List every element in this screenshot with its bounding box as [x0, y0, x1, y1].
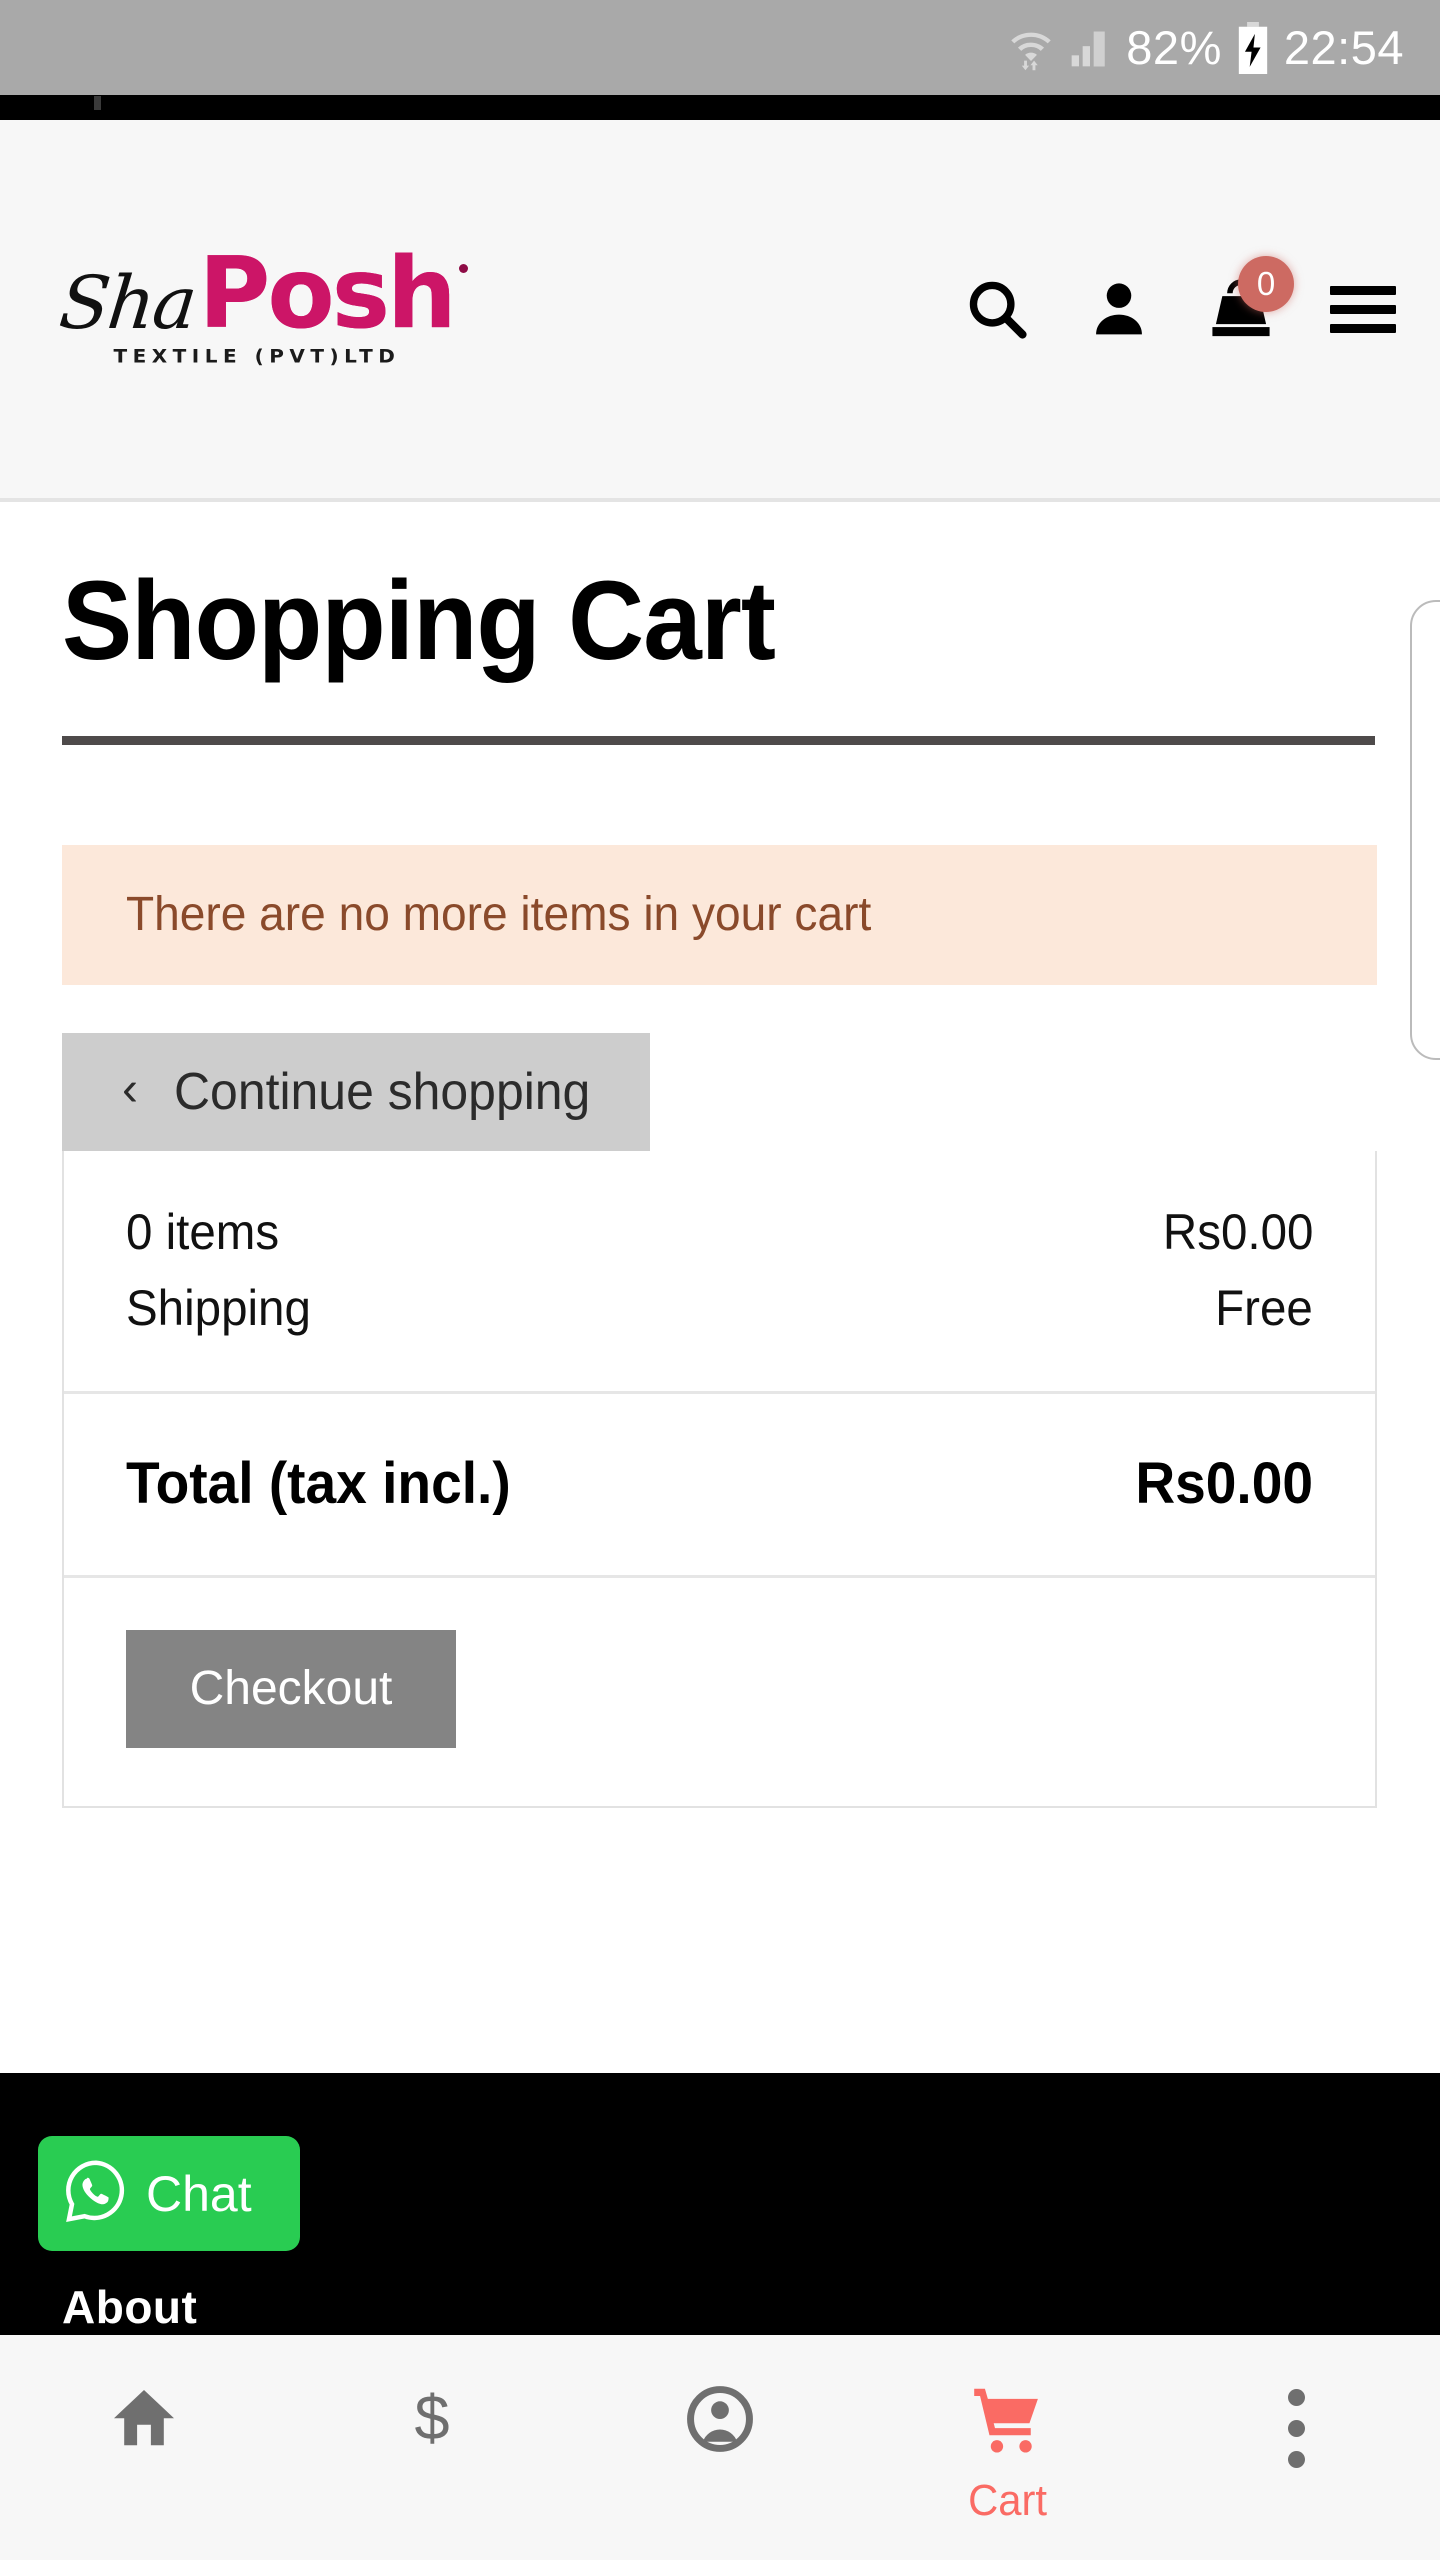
wifi-icon	[1008, 25, 1054, 71]
more-vertical-icon	[1287, 2381, 1305, 2468]
summary-row-items: 0 items Rs0.00	[126, 1203, 1313, 1261]
signal-icon	[1068, 26, 1112, 70]
svg-text:$: $	[414, 2384, 449, 2454]
footer-about-heading: About	[62, 2281, 198, 2333]
site-logo[interactable]: Sha Posh TEXTILE (PVT)LTD	[56, 236, 468, 368]
hamburger-bars	[1330, 285, 1396, 333]
logo-script-text: Sha	[55, 260, 200, 346]
notch-bar	[0, 95, 1440, 120]
nav-item-cart[interactable]: Cart	[864, 2335, 1152, 2560]
empty-cart-alert-text: There are no more items in your cart	[126, 888, 872, 942]
total-label: Total (tax incl.)	[126, 1450, 511, 1516]
status-bar: 82% 22:54	[0, 0, 1440, 95]
logo-bold-text: Posh	[198, 236, 457, 351]
total-value: Rs0.00	[1135, 1450, 1313, 1516]
cart-summary-rows: 0 items Rs0.00 Shipping Free	[64, 1151, 1375, 1391]
logo-dot-accent	[458, 263, 468, 273]
account-circle-icon	[682, 2381, 758, 2462]
chevron-left-icon: ‹	[122, 1062, 138, 1116]
shipping-value: Free	[1215, 1279, 1313, 1336]
title-divider	[62, 735, 1375, 745]
page-title: Shopping Cart	[62, 558, 776, 683]
items-count-value: Rs0.00	[1162, 1203, 1313, 1260]
cart-action-row: Checkout	[64, 1574, 1375, 1806]
home-icon	[108, 2381, 180, 2458]
whatsapp-icon	[60, 2155, 132, 2232]
continue-shopping-button[interactable]: ‹ Continue shopping	[62, 1032, 650, 1151]
shopping-bag-icon[interactable]: 0	[1204, 256, 1294, 346]
header-icon-group: 0	[960, 256, 1400, 346]
logo-wordmark: Sha Posh	[56, 236, 468, 351]
empty-cart-alert: There are no more items in your cart	[62, 844, 1377, 985]
nav-item-home[interactable]	[0, 2335, 288, 2560]
checkout-button[interactable]: Checkout	[126, 1629, 456, 1748]
nav-item-account[interactable]	[576, 2335, 864, 2560]
whatsapp-chat-button[interactable]: Chat	[38, 2136, 300, 2251]
mobile-screen: 82% 22:54 Sha Posh TEXTILE (PVT)LTD 0 Sh…	[0, 0, 1440, 2560]
hamburger-menu-icon[interactable]	[1326, 272, 1400, 346]
shopping-cart-icon	[969, 2381, 1047, 2464]
shipping-label: Shipping	[126, 1279, 311, 1336]
cart-count-badge: 0	[1238, 256, 1294, 312]
dollar-icon: $	[396, 2381, 468, 2458]
summary-row-shipping: Shipping Free	[126, 1279, 1313, 1337]
main-content: Shopping Cart There are no more items in…	[0, 502, 1440, 1808]
notch-indicator	[94, 96, 101, 110]
nav-item-price[interactable]: $	[288, 2335, 576, 2560]
nav-item-more[interactable]	[1152, 2335, 1440, 2560]
battery-percent-label: 82%	[1126, 21, 1222, 74]
site-header: Sha Posh TEXTILE (PVT)LTD 0	[0, 120, 1440, 502]
battery-charging-icon	[1236, 21, 1270, 74]
chat-button-label: Chat	[146, 2165, 252, 2222]
continue-shopping-label: Continue shopping	[173, 1062, 591, 1121]
nav-label-cart: Cart	[968, 2476, 1048, 2525]
clock-label: 22:54	[1283, 21, 1404, 74]
user-icon[interactable]	[1082, 272, 1156, 346]
cart-total-row: Total (tax incl.) Rs0.00	[64, 1390, 1375, 1575]
search-icon[interactable]	[960, 272, 1034, 346]
cart-summary-panel: 0 items Rs0.00 Shipping Free Total (tax …	[62, 1150, 1377, 1808]
bottom-navigation-bar: $ Cart	[0, 2335, 1440, 2560]
site-footer: Chat About	[0, 2073, 1440, 2335]
logo-subtitle: TEXTILE (PVT)LTD	[113, 344, 401, 368]
items-count-label: 0 items	[126, 1203, 280, 1260]
